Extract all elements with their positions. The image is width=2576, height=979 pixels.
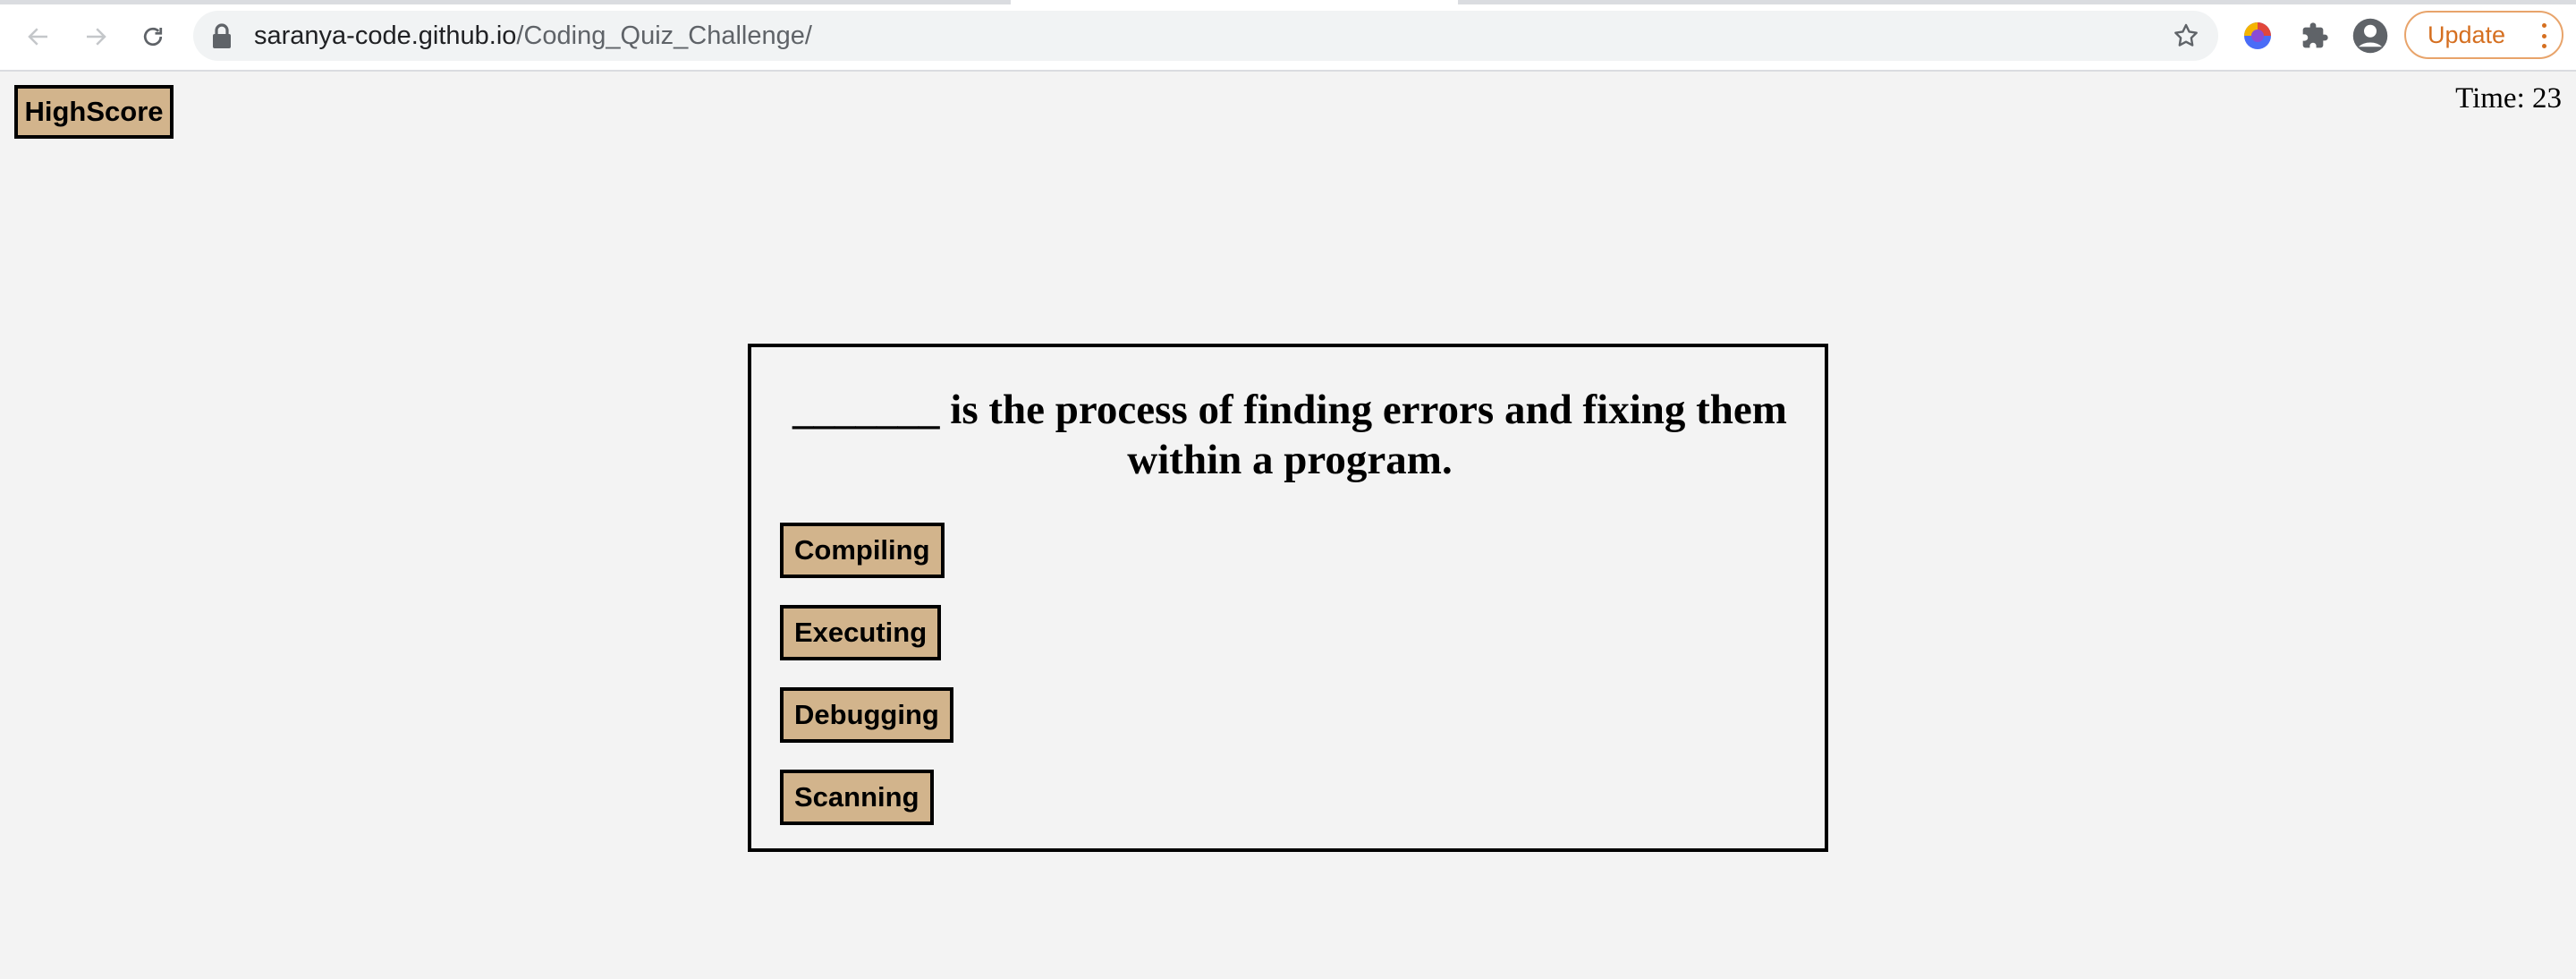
profile-button[interactable] (2351, 16, 2390, 55)
browser-toolbar: saranya-code.github.io/Coding_Quiz_Chall… (0, 0, 2576, 72)
quiz-card: _______ is the process of finding errors… (748, 344, 1828, 852)
color-extension-button[interactable] (2238, 16, 2277, 55)
timer: Time: 23 (2455, 82, 2562, 115)
lock-icon[interactable] (211, 23, 233, 48)
back-button[interactable] (20, 18, 57, 55)
answer-button-executing[interactable]: Executing (780, 605, 942, 660)
color-extension-icon (2244, 22, 2271, 49)
url-host: saranya-code.github.io (254, 21, 517, 50)
inactive-tab-hint[interactable] (0, 0, 1011, 4)
update-button[interactable]: Update (2404, 11, 2563, 59)
answer-button-scanning[interactable]: Scanning (780, 770, 934, 825)
answer-list: Compiling Executing Debugging Scanning (780, 523, 953, 852)
url-text[interactable]: saranya-code.github.io/Coding_Quiz_Chall… (254, 11, 812, 61)
inactive-tab-hint[interactable] (1458, 0, 2576, 4)
question-text: _______ is the process of finding errors… (792, 387, 1787, 483)
highscore-button[interactable]: HighScore (14, 85, 174, 139)
answer-button-compiling[interactable]: Compiling (780, 523, 945, 578)
arrow-left-icon (28, 28, 47, 46)
url-path: /Coding_Quiz_Challenge/ (516, 21, 812, 50)
arrow-right-icon (87, 28, 106, 46)
reload-icon (143, 27, 163, 47)
forward-button[interactable] (77, 18, 114, 55)
update-label: Update (2428, 21, 2506, 48)
star-icon[interactable] (2172, 21, 2200, 50)
reload-button[interactable] (134, 18, 172, 55)
kebab-menu-icon[interactable] (2542, 23, 2547, 48)
answer-button-debugging[interactable]: Debugging (780, 687, 953, 743)
puzzle-icon (2302, 22, 2328, 48)
profile-icon (2352, 18, 2388, 54)
extensions-button[interactable] (2295, 16, 2334, 55)
address-bar[interactable]: saranya-code.github.io/Coding_Quiz_Chall… (193, 11, 2218, 61)
